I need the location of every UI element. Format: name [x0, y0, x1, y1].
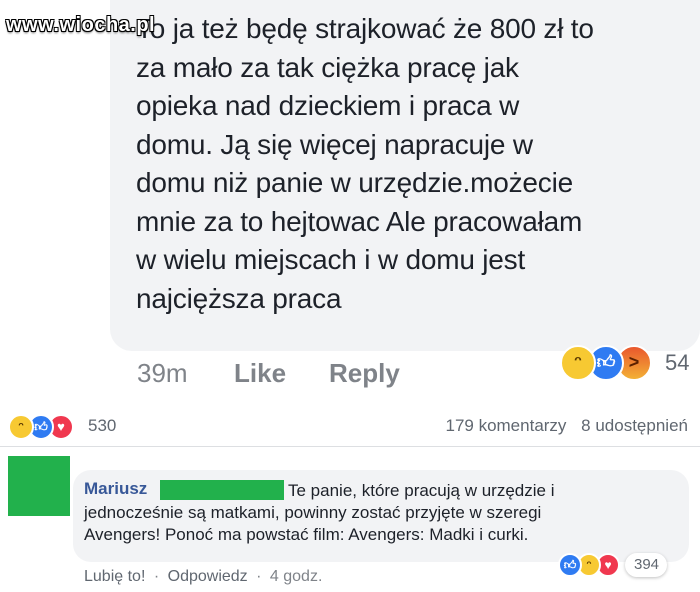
haha-icon: ᵔ [8, 414, 34, 440]
like-button[interactable]: Like [234, 358, 286, 389]
reply-button[interactable]: Odpowiedz [168, 568, 248, 585]
comment-line: domu niż panie w urzędzie.możecie [136, 167, 573, 198]
reply-button[interactable]: Reply [329, 358, 400, 389]
comment-line: domu. Ją się więcej napracuje w [136, 128, 533, 160]
shares-count-link[interactable]: 8 udostępnień [581, 416, 688, 435]
post-reaction-count[interactable]: 530 [88, 416, 116, 436]
comment-line: Avengers! Ponoć ma powstać film: Avenger… [84, 525, 529, 544]
post-stats-bar: ᵔ 👍︎ ♥ 530 179 komentarzy 8 udostępnień [0, 404, 700, 444]
reaction-count[interactable]: 394 [634, 556, 659, 573]
like-icon: 👍︎ [558, 553, 582, 577]
comment-line: najcięższa praca [136, 282, 342, 314]
comment-timestamp[interactable]: 4 godz. [270, 568, 322, 585]
divider [0, 446, 700, 447]
like-button[interactable]: Lubię to! [84, 568, 145, 585]
comment-line: w wielu miejscach i w domu jest [136, 244, 526, 275]
haha-icon: ᵔ [560, 345, 596, 381]
main-comment-text: To ja też będę strajkować że 800 zł to z… [136, 10, 696, 318]
comment-line: opieka nad dzieckiem i praca w [136, 90, 520, 121]
post-stats: 179 komentarzy 8 udostępnień [435, 416, 688, 436]
comment-line: To ja też będę strajkować że 800 zł to [136, 13, 594, 44]
comments-count-link[interactable]: 179 komentarzy [445, 416, 566, 435]
comment-timestamp[interactable]: 39m [137, 358, 188, 389]
comment-line: Te panie, które pracują w urzędzie i [288, 481, 555, 500]
reaction-count[interactable]: 54 [665, 350, 689, 376]
comment-line: jednocześnie są matkami, powinny zostać … [84, 503, 542, 522]
comment-line: mnie za to hejtowac Ale pracowałam [136, 205, 583, 237]
separator: · [153, 568, 160, 585]
watermark: www.wiocha.pl [6, 14, 156, 36]
avatar[interactable] [8, 456, 70, 516]
separator: · [256, 568, 262, 585]
comment-author-name[interactable]: Mariusz [84, 479, 147, 499]
reply-comment-actions: Lubię to! · Odpowiedz · 4 godz. [84, 568, 322, 586]
censored-surname [160, 480, 284, 500]
comment-line: za mało za tak ciężka pracę jak [136, 51, 519, 83]
